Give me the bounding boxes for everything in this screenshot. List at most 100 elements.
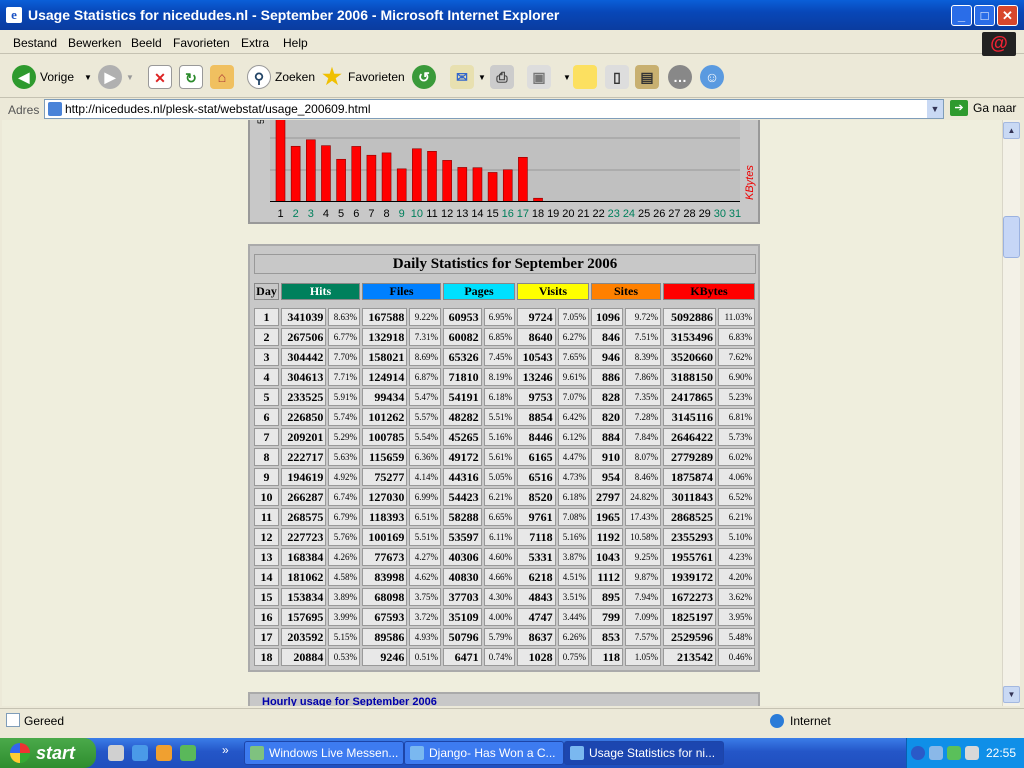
value-cell: 799 — [591, 608, 623, 626]
ie-throbber-icon: @ — [982, 32, 1016, 56]
print-button[interactable]: ⎙ — [490, 64, 518, 90]
edit-icon: ▣ — [527, 65, 551, 89]
percent-cell: 5.16% — [557, 528, 589, 546]
star-icon: ★ — [322, 64, 342, 89]
value-cell: 1939172 — [663, 568, 717, 586]
percent-cell: 8.63% — [328, 308, 360, 326]
menu-bestand[interactable]: Bestand — [13, 36, 57, 50]
search-icon: ⚲ — [247, 65, 271, 89]
edit-dropdown-icon[interactable]: ▼ — [563, 73, 571, 82]
percent-cell: 7.65% — [557, 348, 589, 366]
mail-dropdown-icon[interactable]: ▼ — [478, 73, 486, 82]
value-cell: 40830 — [443, 568, 482, 586]
mail-button[interactable]: ✉ ▼ — [450, 64, 486, 90]
percent-cell: 6.85% — [483, 328, 515, 346]
edit-button[interactable]: ▣ ▼ — [527, 64, 571, 90]
percent-cell: 7.86% — [625, 368, 661, 386]
back-dropdown-icon[interactable]: ▼ — [84, 73, 92, 82]
back-button[interactable]: ◀ Vorige ▼ — [12, 64, 92, 90]
chart-plot-area — [270, 120, 740, 203]
percent-cell: 5.23% — [718, 388, 755, 406]
percent-cell: 5.61% — [483, 448, 515, 466]
vertical-scrollbar[interactable]: ▲ ▼ — [1002, 120, 1020, 706]
scroll-thumb[interactable] — [1003, 216, 1020, 258]
value-cell: 9724 — [517, 308, 556, 326]
messenger-button[interactable]: ▯ — [605, 64, 633, 90]
x-tick-label: 30 — [713, 208, 726, 220]
value-cell: 65326 — [443, 348, 482, 366]
percent-cell: 7.62% — [718, 348, 755, 366]
task-windows-live-messenger[interactable]: Windows Live Messen... — [244, 741, 404, 765]
research-icon: ▤ — [635, 65, 659, 89]
menu-help[interactable]: Help — [283, 36, 308, 50]
notes-button[interactable] — [573, 64, 601, 90]
discuss-button[interactable]: … — [668, 64, 696, 90]
value-cell: 820 — [591, 408, 623, 426]
forward-dropdown-icon[interactable]: ▼ — [126, 73, 134, 82]
percent-cell: 7.08% — [557, 508, 589, 526]
value-cell: 158021 — [362, 348, 408, 366]
x-tick-label: 3 — [307, 208, 314, 220]
tray-back-icon[interactable] — [911, 746, 925, 760]
scroll-up-button[interactable]: ▲ — [1003, 122, 1020, 139]
value-cell: 5331 — [517, 548, 556, 566]
address-dropdown-icon[interactable]: ▼ — [927, 100, 943, 118]
percent-cell: 6.99% — [409, 488, 441, 506]
menu-extra[interactable]: Extra — [241, 36, 269, 50]
task-django[interactable]: Django- Has Won a C... — [404, 741, 564, 765]
quicklaunch-ie-icon[interactable] — [132, 745, 148, 761]
quicklaunch-more-icon[interactable]: » — [222, 743, 229, 757]
percent-cell: 6.65% — [483, 508, 515, 526]
chart-bar — [518, 156, 528, 203]
home-button[interactable]: ⌂ — [210, 64, 238, 90]
close-button[interactable]: ✕ — [997, 5, 1018, 26]
start-button[interactable]: start — [0, 738, 96, 768]
globe-icon — [770, 714, 784, 728]
research-button[interactable]: ▤ — [635, 64, 663, 90]
quicklaunch-messenger-icon[interactable] — [180, 745, 196, 761]
table-row: 18 20884 0.53% 9246 0.51% 6471 0.74% 1028 0.75% 1… — [254, 648, 755, 666]
x-tick-label: 11 — [426, 208, 438, 220]
stop-button[interactable]: ✕ — [148, 64, 176, 90]
percent-cell: 7.70% — [328, 348, 360, 366]
tray-messenger-icon[interactable] — [947, 746, 961, 760]
scroll-down-button[interactable]: ▼ — [1003, 686, 1020, 703]
maximize-button[interactable]: □ — [974, 5, 995, 26]
menu-favorieten[interactable]: Favorieten — [173, 36, 230, 50]
percent-cell: 11.03% — [718, 308, 755, 326]
go-button[interactable]: ➔ Ga naar — [950, 100, 1016, 116]
percent-cell: 3.89% — [328, 588, 360, 606]
favorites-button[interactable]: ★ Favorieten — [320, 64, 405, 90]
forward-button[interactable]: ▶ ▼ — [98, 64, 134, 90]
task-usage-statistics[interactable]: Usage Statistics for ni... — [564, 741, 724, 765]
tray-network-icon[interactable] — [929, 746, 943, 760]
value-cell: 3520660 — [663, 348, 717, 366]
menu-bewerken[interactable]: Bewerken — [68, 36, 121, 50]
value-cell: 946 — [591, 348, 623, 366]
value-cell: 203592 — [281, 628, 327, 646]
tray-volume-icon[interactable] — [965, 746, 979, 760]
people-button[interactable]: ☺ — [700, 64, 728, 90]
history-button[interactable]: ↺ — [412, 64, 440, 90]
refresh-button[interactable]: ↻ — [179, 64, 207, 90]
value-cell: 60953 — [443, 308, 482, 326]
value-cell: 213542 — [663, 648, 717, 666]
menu-beeld[interactable]: Beeld — [131, 36, 162, 50]
percent-cell: 4.47% — [557, 448, 589, 466]
percent-cell: 4.62% — [409, 568, 441, 586]
value-cell: 3145116 — [663, 408, 717, 426]
chart-bar — [305, 139, 316, 203]
percent-cell: 17.43% — [625, 508, 661, 526]
quicklaunch-media-icon[interactable] — [156, 745, 172, 761]
percent-cell: 6.18% — [483, 388, 515, 406]
percent-cell: 4.14% — [409, 468, 441, 486]
value-cell: 49172 — [443, 448, 482, 466]
value-cell: 54191 — [443, 388, 482, 406]
x-tick-label: 18 — [531, 208, 545, 220]
quicklaunch-desktop-icon[interactable] — [108, 745, 124, 761]
search-button[interactable]: ⚲ Zoeken — [247, 64, 315, 90]
percent-cell: 6.81% — [718, 408, 755, 426]
minimize-button[interactable]: _ — [951, 5, 972, 26]
address-input[interactable]: http://nicedudes.nl/plesk-stat/webstat/u… — [44, 99, 944, 119]
percent-cell: 6.77% — [328, 328, 360, 346]
